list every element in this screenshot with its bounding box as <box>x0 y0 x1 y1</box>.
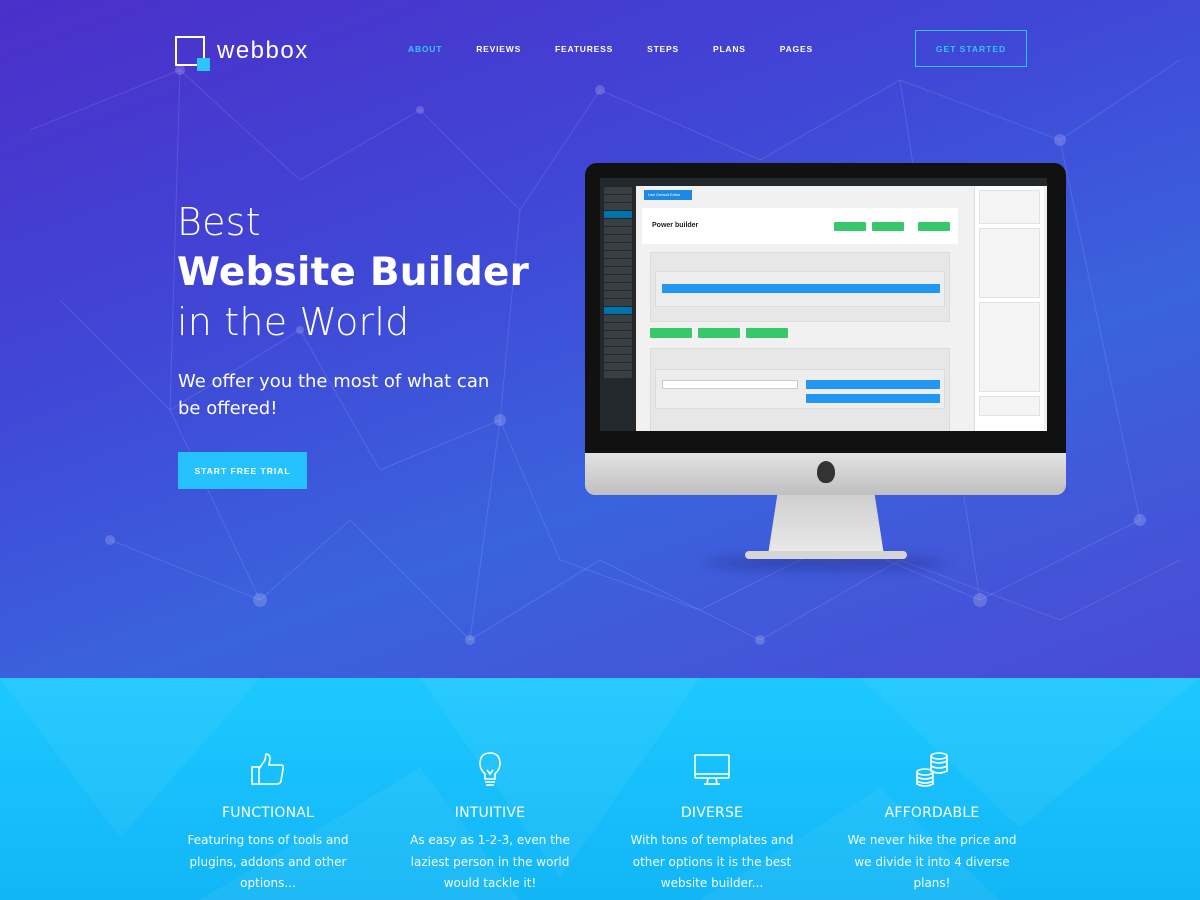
nav-item-plans[interactable]: PLANS <box>713 44 746 54</box>
logo-text: webbox <box>217 37 309 64</box>
feature-description: Featuring tons of tools and plugins, add… <box>187 833 349 890</box>
use-default-editor-button: Use Default Editor <box>644 190 692 200</box>
feature-description: We never hike the price and we divide it… <box>847 833 1017 890</box>
feature-title: INTUITIVE <box>454 805 526 821</box>
lightbulb-icon <box>479 752 501 786</box>
monitor-icon <box>694 754 730 785</box>
hero-section: webbox ABOUT REVIEWS FEATURESS STEPS PLA… <box>0 0 1200 678</box>
feature-title: FUNCTIONAL <box>221 805 315 821</box>
builder-main: Use Default Editor Power builder <box>642 186 962 431</box>
builder-settings-panel <box>974 186 1044 431</box>
nav-item-steps[interactable]: STEPS <box>647 44 679 54</box>
imac-mockup: Use Default Editor Power builder <box>585 163 1066 569</box>
nav-item-features[interactable]: FEATURESS <box>555 44 613 54</box>
imac-screen: Use Default Editor Power builder <box>585 163 1066 453</box>
logo-mark-icon <box>175 36 210 71</box>
feature-title: AFFORDABLE <box>884 805 980 821</box>
hero-title-line-2: Website Builder <box>177 250 530 295</box>
nav-item-reviews[interactable]: REVIEWS <box>476 44 521 54</box>
apple-logo-icon <box>817 461 835 483</box>
power-builder-title: Power builder <box>652 222 699 229</box>
feature-description: With tons of templates and other options… <box>630 833 794 890</box>
main-nav: ABOUT REVIEWS FEATURESS STEPS PLANS PAGE… <box>408 44 847 54</box>
nav-item-pages[interactable]: PAGES <box>780 44 813 54</box>
builder-screenshot: Use Default Editor Power builder <box>600 178 1047 431</box>
nav-item-about[interactable]: ABOUT <box>408 44 442 54</box>
feature-description: As easy as 1-2-3, even the laziest perso… <box>410 833 570 890</box>
hero-title-line-3: in the World <box>177 300 410 344</box>
coins-icon <box>916 752 948 787</box>
thumbs-up-icon <box>251 753 285 785</box>
imac-stand <box>768 495 884 555</box>
get-started-button[interactable]: GET STARTED <box>915 30 1027 67</box>
feature-title: DIVERSE <box>680 805 744 821</box>
imac-chin <box>585 453 1066 495</box>
hero-title-line-1: Best <box>177 200 261 244</box>
features-section: FUNCTIONAL Featuring tons of tools and p… <box>0 678 1200 900</box>
start-free-trial-button[interactable]: START FREE TRIAL <box>178 452 307 489</box>
admin-sidebar <box>600 186 636 431</box>
hero-subtitle: We offer you the most of what can be off… <box>178 371 490 419</box>
logo[interactable]: webbox <box>175 34 309 71</box>
